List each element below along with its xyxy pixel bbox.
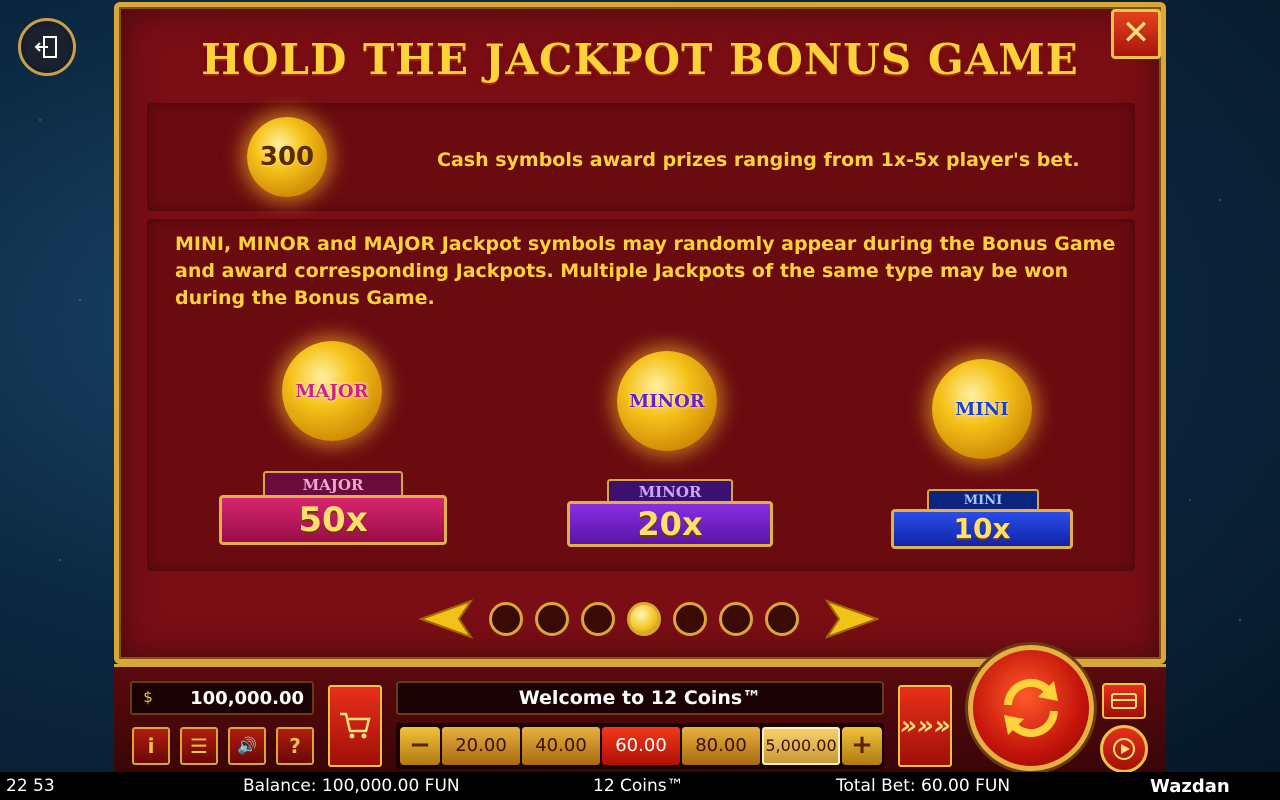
bet-option[interactable]: 5,000.00 — [762, 727, 840, 765]
page-dot-4[interactable] — [627, 602, 661, 636]
bet-settings-button[interactable] — [1102, 683, 1146, 719]
status-total-bet: Total Bet: 60.00 FUN — [836, 776, 1011, 796]
brand-logo: Wazdan — [1150, 776, 1230, 797]
bet-option-selected[interactable]: 60.00 — [602, 727, 680, 765]
close-button[interactable]: ✕ — [1111, 9, 1161, 59]
mini-multiplier: 10x — [891, 509, 1073, 549]
page-dot-5[interactable] — [673, 602, 707, 636]
minor-coin-icon: MINOR — [617, 351, 717, 451]
control-bar: $ 100,000.00 i ☰ 🔊 ? Welcome to 12 Coins… — [114, 645, 1166, 773]
menu-button[interactable]: ☰ — [180, 727, 218, 765]
welcome-message: Welcome to 12 Coins™ — [396, 681, 884, 715]
cart-icon — [340, 712, 371, 739]
page-navigator — [419, 597, 879, 641]
sound-button[interactable]: 🔊 — [228, 727, 266, 765]
spin-arrows-icon — [1004, 678, 1058, 738]
mini-coin-icon: MINI — [932, 359, 1032, 459]
page-dot-2[interactable] — [535, 602, 569, 636]
status-balance: Balance: 100,000.00 FUN — [243, 776, 460, 796]
cash-symbol-section: 300 Cash symbols award prizes ranging fr… — [147, 103, 1135, 211]
cash-description: Cash symbols award prizes ranging from 1… — [437, 149, 1080, 171]
clock: 22 53 — [6, 776, 55, 796]
jackpot-description: MINI, MINOR and MAJOR Jackpot symbols ma… — [175, 233, 1116, 309]
exit-icon — [34, 36, 57, 58]
status-bar: 22 53 Balance: 100,000.00 FUN 12 Coins™ … — [0, 772, 1280, 800]
page-dot-1[interactable] — [489, 602, 523, 636]
minor-multiplier: 20x — [567, 501, 773, 547]
decrease-bet-button[interactable]: − — [400, 727, 440, 765]
exit-button[interactable] — [18, 18, 76, 76]
status-game-name: 12 Coins™ — [593, 776, 684, 796]
autoplay-button[interactable] — [1100, 725, 1148, 773]
mini-tab-label: MINI — [927, 489, 1039, 511]
previous-page-arrow-icon[interactable] — [419, 599, 473, 639]
bet-option[interactable]: 40.00 — [522, 727, 600, 765]
info-button[interactable]: i — [132, 727, 170, 765]
cash-coin-icon: 300 — [247, 117, 327, 197]
jackpot-section: MINI, MINOR and MAJOR Jackpot symbols ma… — [147, 219, 1135, 571]
help-button[interactable]: ? — [276, 727, 314, 765]
next-page-arrow-icon[interactable] — [825, 599, 879, 639]
increase-bet-button[interactable]: + — [842, 727, 882, 765]
money-bag-icon: $ — [143, 688, 153, 706]
spin-button[interactable] — [968, 645, 1094, 771]
balance-value: 100,000.00 — [190, 688, 304, 709]
bet-selector: − 20.00 40.00 60.00 80.00 5,000.00 + — [396, 723, 884, 769]
bet-option[interactable]: 20.00 — [442, 727, 520, 765]
turbo-button[interactable]: »»» — [898, 685, 952, 767]
major-tab-label: MAJOR — [263, 471, 403, 497]
balance-display: $ 100,000.00 — [130, 681, 314, 715]
major-multiplier: 50x — [219, 495, 447, 545]
major-coin-icon: MAJOR — [282, 341, 382, 441]
bet-option[interactable]: 80.00 — [682, 727, 760, 765]
page-dot-3[interactable] — [581, 602, 615, 636]
shop-button[interactable] — [328, 685, 382, 767]
paytable-panel: HOLD THE JACKPOT BONUS GAME ✕ 300 Cash s… — [114, 2, 1166, 664]
minor-tab-label: MINOR — [607, 479, 733, 503]
autoplay-icon — [1113, 738, 1135, 760]
page-dot-6[interactable] — [719, 602, 753, 636]
page-title: HOLD THE JACKPOT BONUS GAME — [201, 35, 1079, 84]
page-dot-7[interactable] — [765, 602, 799, 636]
slot-machine-icon — [1111, 693, 1137, 709]
